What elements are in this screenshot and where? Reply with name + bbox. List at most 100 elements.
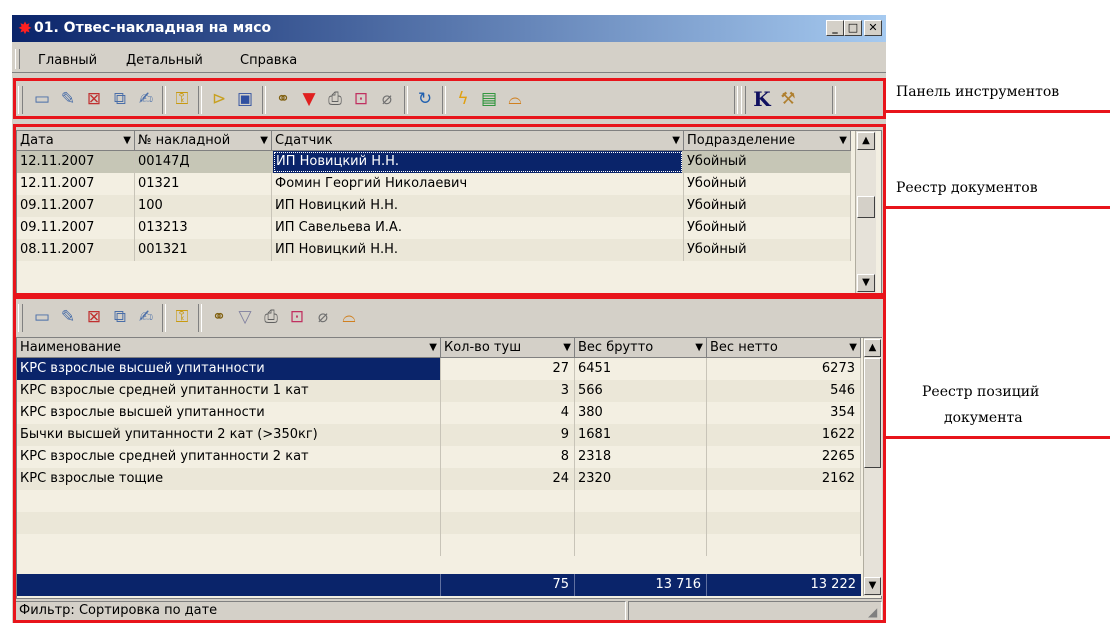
sort-down-icon[interactable]: ▼ [849,338,857,357]
sort-down-icon[interactable]: ▼ [672,131,680,150]
scroll-thumb[interactable] [857,196,875,218]
delete-icon[interactable]: ⊠ [83,306,105,328]
title-bar[interactable]: ✸ 01. Отвес-накладная на мясо _ □ ✕ [12,15,886,42]
documents-scrollbar[interactable]: ▲ ▼ [855,131,876,293]
empty-row [17,512,861,534]
column-header-division[interactable]: Подразделение ▼ [684,131,851,151]
table-row[interactable]: КРС взрослые высшей упитанности 4 380 35… [17,402,861,424]
save-icon[interactable]: ▣ [234,88,256,110]
menu-detail[interactable]: Детальный [126,53,203,68]
print-icon[interactable]: ⎙ [324,88,346,110]
table-row[interactable]: 08.11.2007 001321 ИП Новицкий Н.Н. Убойн… [17,239,851,261]
column-header-gross[interactable]: Вес брутто ▼ [575,338,707,358]
new-icon[interactable]: ▭ [31,306,53,328]
book-icon[interactable]: ⌓ [504,88,526,110]
table-row[interactable]: КРС взрослые средней упитанности 2 кат 8… [17,446,861,468]
report-icon[interactable]: ▤ [478,88,500,110]
table-row[interactable]: Бычки высшей упитанности 2 кат (>350кг) … [17,424,861,446]
resize-grip-icon[interactable]: ◢ [868,605,877,619]
column-header-date[interactable]: Дата ▼ [17,131,135,151]
open-icon[interactable]: ⊳ [208,88,230,110]
lock-icon[interactable]: ⚿ [171,88,193,110]
column-header-label: Вес брутто [578,340,654,355]
scroll-down-icon[interactable]: ▼ [864,577,881,595]
edit-icon[interactable]: ✎ [57,306,79,328]
empty-row [17,490,861,512]
magic-icon[interactable]: ⚒ [777,88,799,110]
menu-main[interactable]: Главный [38,53,97,68]
scroll-up-icon[interactable]: ▲ [864,339,881,357]
filter-icon[interactable]: ▽ [234,306,256,328]
column-header-count[interactable]: Кол-во туш ▼ [441,338,575,358]
empty-cell [707,512,861,534]
column-header-name[interactable]: Наименование ▼ [17,338,441,358]
scroll-thumb[interactable] [864,358,881,468]
edit-doc-icon[interactable]: ✍ [135,88,157,110]
table-row[interactable]: 12.11.2007 01321 Фомин Георгий Николаеви… [17,173,851,195]
scroll-up-icon[interactable]: ▲ [857,132,875,150]
cell-supplier: ИП Новицкий Н.Н. [272,239,684,261]
sort-down-icon[interactable]: ▼ [563,338,571,357]
positions-toolbar: ▭ ✎ ⊠ ⧉ ✍ ⚿ ⚭ ▽ ⎙ ⊡ ⌀ ⌓ [12,297,886,337]
status-bar: Фильтр: Сортировка по дате ◢ [12,599,886,623]
copy-icon[interactable]: ⧉ [109,88,131,110]
column-header-label: Кол-во туш [444,340,522,355]
lock-icon[interactable]: ⚿ [171,306,193,328]
copy-icon[interactable]: ⧉ [109,306,131,328]
menu-grip [15,49,20,69]
export-icon[interactable]: ⊡ [350,88,372,110]
table-row[interactable]: КРС взрослые тощие 24 2320 2162 [17,468,861,490]
close-button[interactable]: ✕ [864,20,882,36]
table-row[interactable]: 12.11.2007 00147Д ИП Новицкий Н.Н. Убойн… [17,151,851,173]
delete-icon[interactable]: ⊠ [83,88,105,110]
filter-icon[interactable]: ▼ [298,88,320,110]
edit-doc-icon[interactable]: ✍ [135,306,157,328]
table-row[interactable]: КРС взрослые высшей упитанности 27 6451 … [17,358,861,380]
sort-down-icon[interactable]: ▼ [123,131,131,150]
total-gross: 13 716 [575,574,707,596]
book-icon[interactable]: ⌓ [338,306,360,328]
scroll-down-icon[interactable]: ▼ [857,274,875,292]
print-icon[interactable]: ⎙ [260,306,282,328]
cell-number: 100 [135,195,272,217]
cell-date: 08.11.2007 [17,239,135,261]
find-icon[interactable]: ⚭ [208,306,230,328]
sort-down-icon[interactable]: ▼ [260,131,268,150]
column-header-label: Сдатчик [275,133,333,148]
maximize-button[interactable]: □ [844,20,862,36]
positions-scrollbar[interactable]: ▲ ▼ [863,338,882,596]
table-row[interactable]: 09.11.2007 100 ИП Новицкий Н.Н. Убойный [17,195,851,217]
empty-cell [17,512,441,534]
cell-name[interactable]: КРС взрослые высшей упитанности [17,358,441,380]
refresh-icon[interactable]: ↻ [414,88,436,110]
column-header-number[interactable]: № накладной ▼ [135,131,272,151]
sort-down-icon[interactable]: ▼ [695,338,703,357]
menu-help[interactable]: Справка [240,53,297,68]
export-icon[interactable]: ⊡ [286,306,308,328]
cell-date: 12.11.2007 [17,173,135,195]
empty-cell [575,512,707,534]
cell-date: 12.11.2007 [17,151,135,173]
sort-down-icon[interactable]: ▼ [839,131,847,150]
annotation-line [886,110,1110,113]
run-icon[interactable]: ϟ [452,88,474,110]
column-header-net[interactable]: Вес нетто ▼ [707,338,861,358]
find-icon[interactable]: ⚭ [272,88,294,110]
cell-net: 6273 [707,358,861,380]
new-icon[interactable]: ▭ [31,88,53,110]
k-icon[interactable]: K [751,88,773,110]
table-row[interactable]: 09.11.2007 013213 ИП Савельева И.А. Убой… [17,217,851,239]
empty-cell [707,490,861,512]
column-header-supplier[interactable]: Сдатчик ▼ [272,131,684,151]
attach-icon[interactable]: ⌀ [376,88,398,110]
table-row[interactable]: КРС взрослые средней упитанности 1 кат 3… [17,380,861,402]
empty-cell [17,534,441,556]
edit-icon[interactable]: ✎ [57,88,79,110]
minimize-button[interactable]: _ [826,20,844,36]
cell-number: 001321 [135,239,272,261]
cell-gross: 380 [575,402,707,424]
window-title: 01. Отвес-накладная на мясо [34,20,272,36]
cell-supplier[interactable]: ИП Новицкий Н.Н. [273,151,683,173]
attach-icon[interactable]: ⌀ [312,306,334,328]
sort-down-icon[interactable]: ▼ [429,338,437,357]
